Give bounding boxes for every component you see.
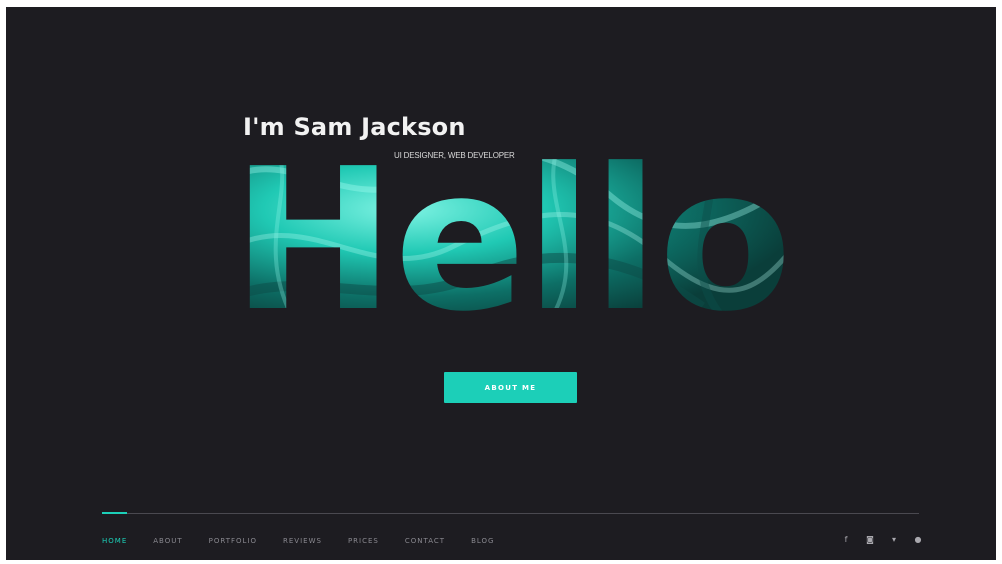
nav-item-prices[interactable]: PRICES <box>348 537 379 545</box>
facebook-icon[interactable]: f <box>834 535 858 544</box>
progress-track <box>102 512 919 514</box>
role-subtitle: UI DESIGNER, WEB DEVELOPER <box>394 151 515 160</box>
instagram-icon[interactable]: ◙ <box>858 535 882 544</box>
about-me-button[interactable]: ABOUT ME <box>444 372 577 403</box>
social-links: f ◙ ▾ ● <box>834 535 930 544</box>
twitter-icon[interactable]: ▾ <box>882 535 906 544</box>
hello-graphic: Hello <box>232 137 792 317</box>
main-nav: HOME ABOUT PORTFOLIO REVIEWS PRICES CONTACT BL… <box>102 537 520 545</box>
hello-word: Hello <box>232 137 792 317</box>
dribbble-icon[interactable]: ● <box>906 535 930 544</box>
progress-indicator <box>102 512 127 514</box>
page-frame: I'm Sam Jackson Hello UI DESIGNER, WEB D… <box>6 7 996 560</box>
nav-item-about[interactable]: ABOUT <box>153 537 182 545</box>
nav-item-contact[interactable]: CONTACT <box>405 537 445 545</box>
nav-item-reviews[interactable]: REVIEWS <box>283 537 322 545</box>
nav-item-portfolio[interactable]: PORTFOLIO <box>209 537 257 545</box>
nav-item-home[interactable]: HOME <box>102 537 127 545</box>
nav-item-blog[interactable]: BLOG <box>471 537 494 545</box>
